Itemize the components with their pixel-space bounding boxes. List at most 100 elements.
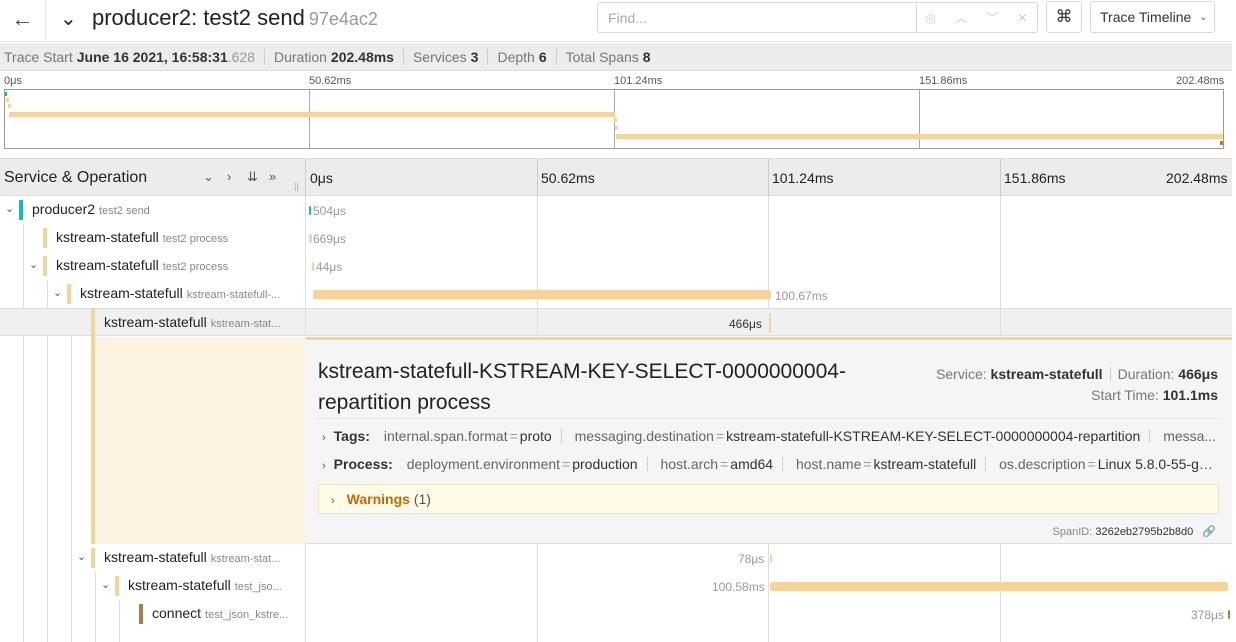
resize-handle-icon[interactable]: || — [294, 181, 299, 191]
chevron-down-icon[interactable]: ⌄ — [29, 258, 38, 271]
total-spans-label: Total Spans — [565, 48, 639, 65]
span-bar[interactable] — [770, 582, 1228, 591]
divider — [318, 418, 1220, 419]
operation-name: test_json_kstre... — [205, 609, 289, 621]
span-bar[interactable] — [769, 554, 772, 563]
span-row[interactable]: ⌄ kstream-statefull kstream-stat... 78μs — [0, 544, 1232, 572]
chevron-down-icon[interactable]: ⌄ — [101, 578, 110, 591]
collapse-one-icon[interactable]: ⌄ — [203, 169, 214, 185]
minimap-tick: 0μs — [4, 75, 22, 87]
span-bar[interactable] — [312, 290, 771, 299]
process-pair: os.description = Linux 5.8.0-55-ge... — [999, 456, 1217, 472]
divider — [402, 48, 404, 65]
service-name: kstream-statefull — [104, 314, 207, 330]
span-row[interactable]: ⌄ kstream-statefull kstream-statefull-...… — [0, 280, 1232, 308]
tag-value: proto — [519, 428, 552, 444]
span-duration: 466μs — [729, 317, 762, 331]
tick-line — [768, 159, 769, 197]
operation-name: test2 process — [162, 261, 229, 273]
operation-name: test2 send — [99, 205, 150, 217]
operation-name: kstream-stat... — [210, 318, 281, 330]
minimap-span — [8, 104, 11, 108]
tag-key: messa... — [1163, 428, 1217, 444]
span-bar[interactable] — [768, 313, 771, 333]
expand-one-icon[interactable]: › — [227, 169, 231, 184]
span-bar[interactable] — [309, 206, 312, 215]
duration-label: Duration: — [1117, 366, 1175, 382]
column-divider — [305, 159, 306, 197]
service-name: kstream-statefull — [56, 257, 159, 273]
span-id: SpanID: 3262eb2795b2b8d0 🔗 — [1053, 525, 1216, 538]
tick-line — [1000, 159, 1001, 197]
divider — [263, 48, 265, 65]
find-input[interactable]: Find... — [597, 2, 917, 33]
prev-result-icon[interactable]: ︿ — [955, 9, 967, 26]
services-value: 3 — [470, 48, 479, 65]
process-key: host.arch — [660, 456, 719, 472]
chevron-down-icon[interactable]: ⌄ — [77, 550, 86, 563]
warnings-label: Warnings — [346, 491, 410, 507]
collapse-all-icon[interactable]: ⇊ — [247, 169, 258, 185]
chevron-down-icon[interactable]: ⌄ — [5, 202, 14, 215]
span-row[interactable]: ⌄ producer2 test2 send 504μs — [0, 196, 1232, 224]
start-time-value: 101.1ms — [1162, 387, 1218, 403]
minimap-tick: 151.86ms — [919, 75, 968, 87]
trace-minimap[interactable] — [4, 89, 1224, 149]
start-time-label: Start Time: — [1091, 387, 1159, 403]
span-detail-title: kstream-statefull-KSTREAM-KEY-SELECT-000… — [318, 360, 846, 414]
keyboard-shortcuts-button[interactable]: ⌘ — [1046, 1, 1082, 33]
chevron-down-icon[interactable]: ⌄ — [53, 286, 62, 299]
span-row-selected[interactable]: kstream-statefull kstream-stat... 466μs — [0, 308, 1232, 337]
chevron-right-icon[interactable]: › — [331, 495, 335, 507]
process-section[interactable]: › Process: deployment.environment = product… — [322, 456, 1217, 472]
link-icon[interactable]: 🔗 — [1202, 526, 1216, 538]
collapse-chevron-icon[interactable]: ⌄ — [60, 6, 77, 31]
span-bar[interactable] — [1227, 610, 1230, 619]
minimap-span — [5, 92, 7, 96]
expand-all-icon[interactable]: » — [269, 169, 276, 184]
operation-name: kstream-stat... — [210, 553, 281, 565]
span-bar[interactable] — [312, 262, 315, 271]
span-row[interactable]: kstream-statefull test2 process 669μs — [0, 224, 1232, 252]
gridline — [1000, 309, 1001, 337]
tick-line — [537, 159, 538, 197]
chevron-down-icon: ⌄ — [1199, 11, 1208, 23]
span-id-value: 3262eb2795b2b8d0 — [1095, 526, 1194, 538]
span-row[interactable]: ⌄ kstream-statefull test_jso... 100.58ms — [0, 572, 1232, 600]
span-row[interactable]: connect test_json_kstre... 378μs — [0, 600, 1232, 628]
process-label: Process: — [333, 456, 393, 472]
chevron-right-icon[interactable]: › — [322, 460, 326, 472]
span-row[interactable]: ⌄ kstream-statefull test2 process 44μs — [0, 252, 1232, 280]
locate-icon[interactable]: ◎ — [926, 11, 936, 25]
clear-icon[interactable]: ✕ — [1017, 11, 1027, 25]
back-arrow-icon[interactable]: ← — [0, 0, 46, 38]
indent-guide — [23, 337, 24, 544]
tags-section[interactable]: › Tags: internal.span.format = proto messag… — [322, 428, 1217, 444]
span-name: kstream-statefull test2 process — [56, 229, 228, 245]
depth-label: Depth — [497, 48, 535, 65]
view-selector-dropdown[interactable]: Trace Timeline ⌄ — [1090, 1, 1215, 33]
minimap-span — [9, 112, 615, 117]
span-name: producer2 test2 send — [32, 201, 150, 217]
span-name: kstream-statefull kstream-stat... — [104, 549, 280, 565]
service-name: kstream-statefull — [56, 229, 159, 245]
service-name: kstream-statefull — [128, 577, 231, 593]
service-color-bar — [139, 604, 143, 624]
trace-header: ← ⌄ producer2: test2 send 97e4ac2 Find...… — [0, 0, 1232, 42]
chevron-right-icon[interactable]: › — [322, 432, 326, 444]
minimap-tick: 101.24ms — [614, 75, 663, 87]
span-duration: 100.58ms — [712, 580, 765, 594]
indent-guide — [71, 337, 72, 544]
duration-value: 202.48ms — [330, 48, 394, 65]
warnings-section[interactable]: › Warnings (1) — [318, 484, 1219, 514]
service-name: producer2 — [32, 201, 96, 217]
process-key: deployment.environment — [406, 456, 561, 472]
next-result-icon[interactable]: ﹀ — [986, 9, 998, 26]
span-bar[interactable] — [309, 234, 313, 243]
minimap-span — [615, 126, 618, 130]
depth-value: 6 — [538, 48, 547, 65]
operation-name: kstream-statefull-... — [186, 289, 281, 301]
process-key: os.description — [999, 456, 1086, 472]
tag-key: internal.span.format — [383, 428, 508, 444]
process-pair: deployment.environment = production — [406, 456, 638, 472]
